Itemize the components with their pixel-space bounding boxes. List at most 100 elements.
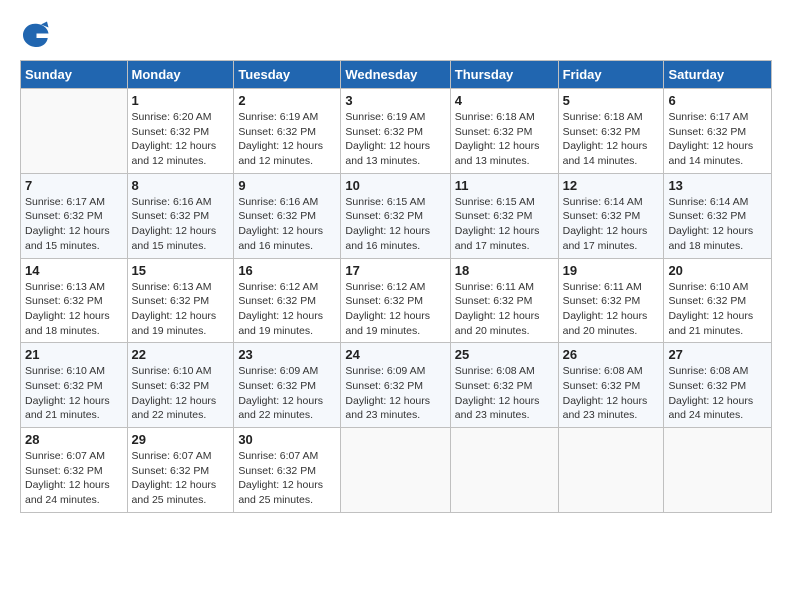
- calendar-cell: 29 Sunrise: 6:07 AM Sunset: 6:32 PM Dayli…: [127, 428, 234, 513]
- calendar-cell: [558, 428, 664, 513]
- day-number: 9: [238, 178, 336, 193]
- calendar-cell: [341, 428, 450, 513]
- day-number: 6: [668, 93, 767, 108]
- day-detail: Sunrise: 6:15 AM Sunset: 6:32 PM Dayligh…: [345, 195, 445, 254]
- day-detail: Sunrise: 6:16 AM Sunset: 6:32 PM Dayligh…: [132, 195, 230, 254]
- weekday-header-row: SundayMondayTuesdayWednesdayThursdayFrid…: [21, 61, 772, 89]
- day-number: 18: [455, 263, 554, 278]
- day-detail: Sunrise: 6:14 AM Sunset: 6:32 PM Dayligh…: [563, 195, 660, 254]
- day-number: 19: [563, 263, 660, 278]
- calendar-cell: 26 Sunrise: 6:08 AM Sunset: 6:32 PM Dayli…: [558, 343, 664, 428]
- day-number: 5: [563, 93, 660, 108]
- day-number: 30: [238, 432, 336, 447]
- day-number: 14: [25, 263, 123, 278]
- logo-icon: [20, 20, 50, 50]
- day-number: 21: [25, 347, 123, 362]
- day-number: 4: [455, 93, 554, 108]
- day-detail: Sunrise: 6:13 AM Sunset: 6:32 PM Dayligh…: [132, 280, 230, 339]
- day-number: 11: [455, 178, 554, 193]
- day-detail: Sunrise: 6:07 AM Sunset: 6:32 PM Dayligh…: [25, 449, 123, 508]
- weekday-header-tuesday: Tuesday: [234, 61, 341, 89]
- calendar-cell: 2 Sunrise: 6:19 AM Sunset: 6:32 PM Daylig…: [234, 89, 341, 174]
- day-detail: Sunrise: 6:11 AM Sunset: 6:32 PM Dayligh…: [455, 280, 554, 339]
- day-number: 16: [238, 263, 336, 278]
- calendar-cell: 22 Sunrise: 6:10 AM Sunset: 6:32 PM Dayli…: [127, 343, 234, 428]
- calendar-week-row: 28 Sunrise: 6:07 AM Sunset: 6:32 PM Dayli…: [21, 428, 772, 513]
- calendar-week-row: 7Sunrise: 6:17 AM Sunset: 6:32 PM Daylig…: [21, 173, 772, 258]
- day-number: 17: [345, 263, 445, 278]
- calendar-cell: 23 Sunrise: 6:09 AM Sunset: 6:32 PM Dayli…: [234, 343, 341, 428]
- day-detail: Sunrise: 6:08 AM Sunset: 6:32 PM Dayligh…: [455, 364, 554, 423]
- calendar-cell: 28 Sunrise: 6:07 AM Sunset: 6:32 PM Dayli…: [21, 428, 128, 513]
- calendar-cell: 1 Sunrise: 6:20 AM Sunset: 6:32 PM Daylig…: [127, 89, 234, 174]
- day-detail: Sunrise: 6:07 AM Sunset: 6:32 PM Dayligh…: [238, 449, 336, 508]
- calendar-cell: 12 Sunrise: 6:14 AM Sunset: 6:32 PM Dayli…: [558, 173, 664, 258]
- calendar-cell: [664, 428, 772, 513]
- calendar-cell: 17 Sunrise: 6:12 AM Sunset: 6:32 PM Dayli…: [341, 258, 450, 343]
- weekday-header-sunday: Sunday: [21, 61, 128, 89]
- day-detail: Sunrise: 6:11 AM Sunset: 6:32 PM Dayligh…: [563, 280, 660, 339]
- day-detail: Sunrise: 6:08 AM Sunset: 6:32 PM Dayligh…: [668, 364, 767, 423]
- logo: [20, 20, 54, 50]
- day-detail: Sunrise: 6:19 AM Sunset: 6:32 PM Dayligh…: [345, 110, 445, 169]
- calendar-cell: 13 Sunrise: 6:14 AM Sunset: 6:32 PM Dayli…: [664, 173, 772, 258]
- day-detail: Sunrise: 6:18 AM Sunset: 6:32 PM Dayligh…: [455, 110, 554, 169]
- day-number: 15: [132, 263, 230, 278]
- day-number: 26: [563, 347, 660, 362]
- calendar-week-row: 1 Sunrise: 6:20 AM Sunset: 6:32 PM Daylig…: [21, 89, 772, 174]
- day-number: 3: [345, 93, 445, 108]
- day-detail: Sunrise: 6:09 AM Sunset: 6:32 PM Dayligh…: [238, 364, 336, 423]
- day-detail: Sunrise: 6:08 AM Sunset: 6:32 PM Dayligh…: [563, 364, 660, 423]
- day-number: 2: [238, 93, 336, 108]
- day-number: 12: [563, 178, 660, 193]
- weekday-header-wednesday: Wednesday: [341, 61, 450, 89]
- day-detail: Sunrise: 6:10 AM Sunset: 6:32 PM Dayligh…: [132, 364, 230, 423]
- page-header: [20, 20, 772, 50]
- calendar-cell: 20Sunrise: 6:10 AM Sunset: 6:32 PM Dayli…: [664, 258, 772, 343]
- day-detail: Sunrise: 6:07 AM Sunset: 6:32 PM Dayligh…: [132, 449, 230, 508]
- calendar-cell: 4 Sunrise: 6:18 AM Sunset: 6:32 PM Daylig…: [450, 89, 558, 174]
- calendar-cell: 21Sunrise: 6:10 AM Sunset: 6:32 PM Dayli…: [21, 343, 128, 428]
- calendar-cell: 14 Sunrise: 6:13 AM Sunset: 6:32 PM Dayli…: [21, 258, 128, 343]
- day-detail: Sunrise: 6:12 AM Sunset: 6:32 PM Dayligh…: [238, 280, 336, 339]
- day-detail: Sunrise: 6:13 AM Sunset: 6:32 PM Dayligh…: [25, 280, 123, 339]
- calendar-cell: 27Sunrise: 6:08 AM Sunset: 6:32 PM Dayli…: [664, 343, 772, 428]
- day-number: 1: [132, 93, 230, 108]
- calendar-cell: 18 Sunrise: 6:11 AM Sunset: 6:32 PM Dayli…: [450, 258, 558, 343]
- day-number: 13: [668, 178, 767, 193]
- calendar-cell: 10Sunrise: 6:15 AM Sunset: 6:32 PM Dayli…: [341, 173, 450, 258]
- calendar-cell: 5 Sunrise: 6:18 AM Sunset: 6:32 PM Daylig…: [558, 89, 664, 174]
- calendar-cell: 11 Sunrise: 6:15 AM Sunset: 6:32 PM Dayli…: [450, 173, 558, 258]
- day-number: 20: [668, 263, 767, 278]
- calendar-cell: 6Sunrise: 6:17 AM Sunset: 6:32 PM Daylig…: [664, 89, 772, 174]
- day-detail: Sunrise: 6:19 AM Sunset: 6:32 PM Dayligh…: [238, 110, 336, 169]
- calendar-week-row: 14 Sunrise: 6:13 AM Sunset: 6:32 PM Dayli…: [21, 258, 772, 343]
- calendar-cell: 16 Sunrise: 6:12 AM Sunset: 6:32 PM Dayli…: [234, 258, 341, 343]
- weekday-header-friday: Friday: [558, 61, 664, 89]
- calendar-cell: [21, 89, 128, 174]
- calendar-cell: 9 Sunrise: 6:16 AM Sunset: 6:32 PM Daylig…: [234, 173, 341, 258]
- day-detail: Sunrise: 6:12 AM Sunset: 6:32 PM Dayligh…: [345, 280, 445, 339]
- day-detail: Sunrise: 6:18 AM Sunset: 6:32 PM Dayligh…: [563, 110, 660, 169]
- day-number: 23: [238, 347, 336, 362]
- calendar-body: 1 Sunrise: 6:20 AM Sunset: 6:32 PM Daylig…: [21, 89, 772, 513]
- day-detail: Sunrise: 6:09 AM Sunset: 6:32 PM Dayligh…: [345, 364, 445, 423]
- calendar-cell: 15 Sunrise: 6:13 AM Sunset: 6:32 PM Dayli…: [127, 258, 234, 343]
- day-number: 22: [132, 347, 230, 362]
- day-detail: Sunrise: 6:15 AM Sunset: 6:32 PM Dayligh…: [455, 195, 554, 254]
- day-number: 29: [132, 432, 230, 447]
- day-detail: Sunrise: 6:14 AM Sunset: 6:32 PM Dayligh…: [668, 195, 767, 254]
- weekday-header-thursday: Thursday: [450, 61, 558, 89]
- weekday-header-monday: Monday: [127, 61, 234, 89]
- calendar-cell: 19 Sunrise: 6:11 AM Sunset: 6:32 PM Dayli…: [558, 258, 664, 343]
- calendar-cell: 25 Sunrise: 6:08 AM Sunset: 6:32 PM Dayli…: [450, 343, 558, 428]
- day-number: 25: [455, 347, 554, 362]
- calendar-cell: [450, 428, 558, 513]
- day-number: 24: [345, 347, 445, 362]
- day-number: 28: [25, 432, 123, 447]
- calendar-cell: 7Sunrise: 6:17 AM Sunset: 6:32 PM Daylig…: [21, 173, 128, 258]
- day-detail: Sunrise: 6:16 AM Sunset: 6:32 PM Dayligh…: [238, 195, 336, 254]
- day-detail: Sunrise: 6:20 AM Sunset: 6:32 PM Dayligh…: [132, 110, 230, 169]
- calendar-cell: 30 Sunrise: 6:07 AM Sunset: 6:32 PM Dayli…: [234, 428, 341, 513]
- day-number: 7: [25, 178, 123, 193]
